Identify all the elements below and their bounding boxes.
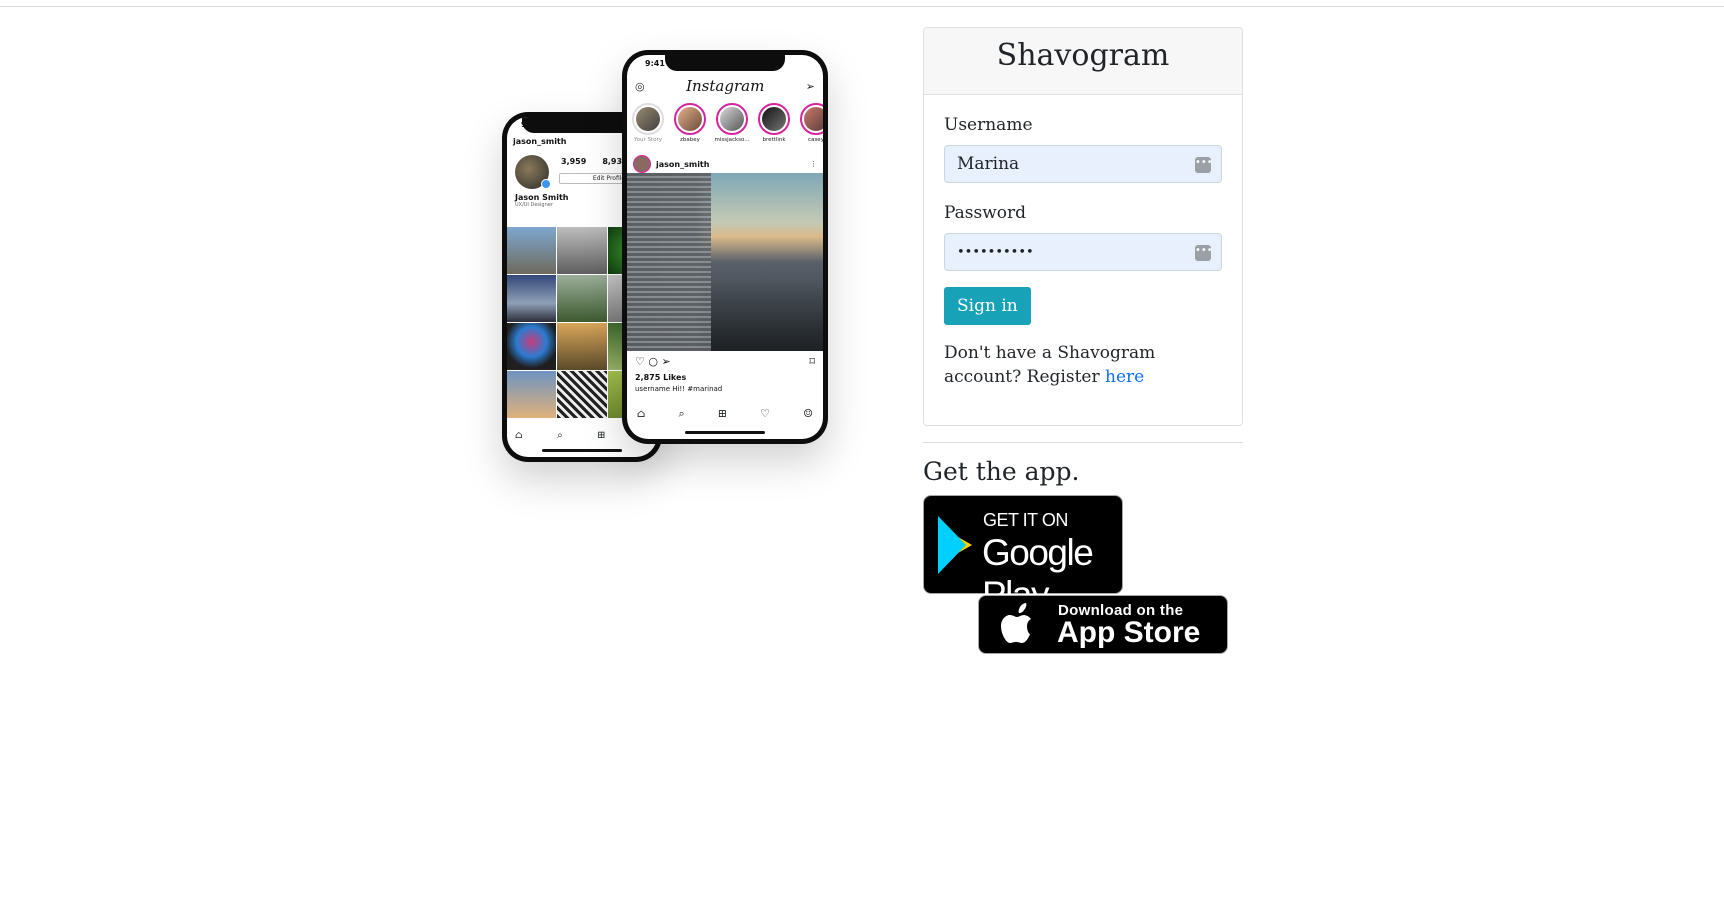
login-title: Shavogram bbox=[924, 28, 1242, 95]
register-link[interactable]: here bbox=[1105, 367, 1144, 387]
google-play-icon bbox=[938, 516, 972, 574]
search-icon: ⌕ bbox=[678, 407, 685, 420]
search-icon: ⌕ bbox=[557, 430, 563, 441]
avatar bbox=[633, 155, 651, 173]
heart-icon: ♡ bbox=[635, 355, 645, 368]
username-label: Username bbox=[944, 115, 1033, 135]
add-icon: ⊞ bbox=[717, 407, 728, 420]
send-icon: ➢ bbox=[805, 79, 815, 93]
share-icon: ➢ bbox=[661, 355, 671, 368]
bookmark-icon: ⌑ bbox=[809, 355, 815, 368]
password-manager-icon[interactable]: ••• bbox=[1195, 157, 1213, 173]
profile-icon: ☺ bbox=[803, 407, 813, 420]
get-app-heading: Get the app. bbox=[923, 457, 1080, 486]
phone-front: 9:41 ◎ Instagram ➢ Your Story zbabey mis… bbox=[622, 50, 828, 444]
username-field[interactable] bbox=[945, 146, 1221, 182]
app-store-badge[interactable]: Download on the App Store bbox=[978, 595, 1228, 654]
home-icon: ⌂ bbox=[515, 430, 523, 441]
google-play-badge[interactable]: GET IT ON Google Play bbox=[923, 495, 1123, 615]
phone-mockup-image: 9:41 jason_smith ▢ ↻ ☰ 3,959 8,936 44 Ed… bbox=[480, 50, 900, 500]
comment-icon: ○ bbox=[648, 355, 658, 368]
sign-in-button[interactable]: Sign in bbox=[944, 287, 1031, 325]
username-field-wrapper: ••• bbox=[944, 145, 1222, 183]
camera-icon: ◎ bbox=[635, 79, 645, 93]
section-divider bbox=[923, 442, 1243, 443]
add-icon: ⊞ bbox=[597, 430, 606, 441]
password-manager-icon[interactable]: ••• bbox=[1195, 245, 1213, 261]
avatar bbox=[515, 155, 551, 189]
home-icon: ⌂ bbox=[637, 407, 646, 420]
password-field[interactable] bbox=[945, 234, 1221, 270]
stories-row: Your Story zbabey missjackso... brettlin… bbox=[631, 103, 823, 143]
top-divider bbox=[0, 6, 1724, 7]
post-image-tower bbox=[627, 173, 711, 351]
apple-icon bbox=[1001, 603, 1031, 643]
heart-icon: ♡ bbox=[760, 407, 770, 420]
login-card: Shavogram Username ••• Password ••• Sign… bbox=[923, 27, 1243, 426]
register-prompt: Don't have a Shavogram account? Register… bbox=[944, 341, 1234, 389]
password-field-wrapper: ••• bbox=[944, 233, 1222, 271]
password-label: Password bbox=[944, 203, 1027, 223]
